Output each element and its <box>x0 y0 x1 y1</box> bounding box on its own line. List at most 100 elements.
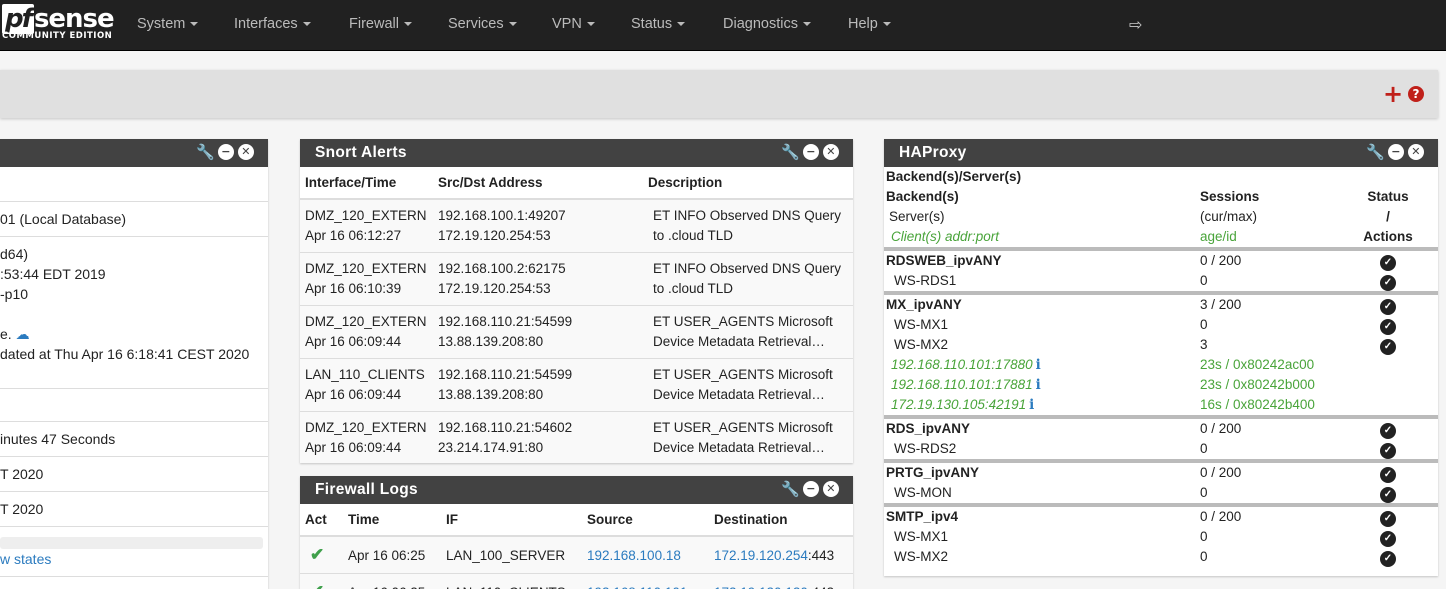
menu-help[interactable]: Help <box>848 16 891 32</box>
cell-status: ✓ <box>1338 335 1438 355</box>
caret-down-icon <box>882 22 891 27</box>
cell-name: MX_ipvANY <box>884 291 1198 315</box>
cell-src: 192.168.110.21:54602 <box>438 420 573 435</box>
cell-sessions: 0 <box>1200 485 1208 500</box>
firewall-logs-table: Act Time IF Source Destination ✔ Apr 16 0… <box>300 504 853 589</box>
caret-down-icon <box>403 22 412 27</box>
cell-desc2: Device Metadata Retrieval… <box>653 440 825 455</box>
status-ok-check-icon[interactable]: ✓ <box>1380 339 1396 355</box>
status-ok-check-icon[interactable]: ✓ <box>1380 551 1396 567</box>
server-row: WS-MX2 0 ✓ <box>884 547 1438 567</box>
backend-row: PRTG_ipvANY 0 / 200 ✓ <box>884 459 1438 483</box>
column-header: Interface/Time <box>300 167 433 200</box>
wrench-icon[interactable]: 🔧 <box>1366 144 1385 160</box>
breadcrumb-bar: + ? <box>0 70 1438 118</box>
cell-name: WS-MX2 <box>884 547 1198 567</box>
column-header: Description <box>643 167 853 200</box>
name-text: WS-MX1 <box>894 529 948 544</box>
cell-if: LAN_110_CLIENTS <box>441 573 582 589</box>
wrench-icon[interactable]: 🔧 <box>196 144 215 160</box>
logout-icon[interactable]: ⇨ <box>1129 15 1142 35</box>
minimize-icon[interactable]: − <box>1388 144 1404 160</box>
caret-down-icon <box>677 22 686 27</box>
cell-sessions: 3 / 200 <box>1198 291 1338 315</box>
panel-header: HAProxy 🔧 − ✕ <box>884 139 1438 167</box>
name-text: PRTG_ipvANY <box>886 465 980 480</box>
cell-name: WS-MX1 <box>884 527 1198 547</box>
panel-title: HAProxy <box>899 144 967 161</box>
cell-sessions: 3 <box>1200 337 1208 352</box>
backend-row: SMTP_ipv4 0 / 200 ✓ <box>884 503 1438 527</box>
status-ok-check-icon[interactable]: ✓ <box>1380 511 1396 527</box>
show-states-link[interactable]: w states <box>0 551 51 567</box>
minimize-icon[interactable]: − <box>218 144 234 160</box>
server-row: WS-MX1 0 ✓ <box>884 315 1438 335</box>
cell-name: WS-RDS1 <box>884 271 1198 293</box>
pfsense-logo[interactable]: pf sense COMMUNITY EDITION <box>2 4 115 41</box>
cell-status: ✓ <box>1338 527 1438 547</box>
cell-dst: 172.19.120.254:53 <box>438 228 551 243</box>
menu-services[interactable]: Services <box>448 16 517 32</box>
close-icon[interactable]: ✕ <box>823 481 839 497</box>
status-ok-check-icon[interactable]: ✓ <box>1380 423 1396 439</box>
info-row-states: w states <box>0 527 268 577</box>
info-row: inutes 47 Seconds <box>0 422 268 457</box>
menu-vpn[interactable]: VPN <box>552 16 595 32</box>
name-text: RDSWEB_ipvANY <box>886 253 1002 268</box>
minimize-icon[interactable]: − <box>803 481 819 497</box>
menu-interfaces[interactable]: Interfaces <box>234 16 311 32</box>
client-row: 172.19.130.105:42191 i 16s / 0x80242b400 <box>884 395 1438 417</box>
cell: DMZ_120_EXTERN Apr 16 06:10:39 <box>300 252 433 306</box>
cell-src: 192.168.100.1:49207 <box>438 208 566 223</box>
menu-system[interactable]: System <box>137 16 199 32</box>
cell-act: ✔ <box>300 573 343 589</box>
caret-down-icon <box>302 22 311 27</box>
info-icon[interactable]: i <box>1029 397 1034 413</box>
status-ok-check-icon[interactable]: ✓ <box>1380 443 1396 459</box>
menu-status[interactable]: Status <box>631 16 686 32</box>
snort-alert-row: LAN_110_CLIENTS Apr 16 06:09:44 192.168.11… <box>300 358 853 412</box>
snort-alert-row: DMZ_120_EXTERN Apr 16 06:09:44 192.168.110… <box>300 411 853 463</box>
minimize-icon[interactable]: − <box>803 144 819 160</box>
backend-row: MX_ipvANY 3 / 200 ✓ <box>884 291 1438 315</box>
caret-down-icon <box>586 22 595 27</box>
wrench-icon[interactable]: 🔧 <box>781 481 800 497</box>
caret-down-icon <box>508 22 517 27</box>
status-ok-check-icon[interactable]: ✓ <box>1380 255 1396 271</box>
destination-link[interactable]: 172.19.120.120 <box>714 585 808 589</box>
info-icon[interactable]: i <box>1036 377 1041 393</box>
cloud-download-icon[interactable]: ☁ <box>16 326 30 342</box>
status-ok-check-icon[interactable]: ✓ <box>1380 467 1396 483</box>
add-widget-icon[interactable]: + <box>1383 80 1403 108</box>
cell-desc1: ET USER_AGENTS Microsoft <box>653 367 833 382</box>
close-icon[interactable]: ✕ <box>238 144 254 160</box>
cell: 192.168.110.21:54599 13.88.139.208:80 <box>433 358 643 412</box>
cell-time: Apr 16 06:09:44 <box>305 334 402 349</box>
cell: ET USER_AGENTS Microsoft Device Metadata … <box>643 411 853 463</box>
client-row: 192.168.110.101:17880 i 23s / 0x80242ac00 <box>884 355 1438 375</box>
status-ok-check-icon[interactable]: ✓ <box>1380 487 1396 503</box>
close-icon[interactable]: ✕ <box>1408 144 1424 160</box>
destination-link[interactable]: 172.19.120.254 <box>714 548 808 563</box>
caret-down-icon <box>190 22 199 27</box>
menu-firewall[interactable]: Firewall <box>349 16 412 32</box>
wrench-icon[interactable]: 🔧 <box>781 144 800 160</box>
source-link[interactable]: 192.168.110.101 <box>587 585 687 589</box>
cell-time: Apr 16 06:09:44 <box>305 387 402 402</box>
cell-desc2: to .cloud TLD <box>653 228 734 243</box>
info-row: 01 (Local Database) <box>0 202 268 237</box>
status-ok-check-icon[interactable]: ✓ <box>1380 531 1396 547</box>
menu-diagnostics[interactable]: Diagnostics <box>723 16 811 32</box>
destination-port: :443 <box>808 585 834 589</box>
column-header: age/id <box>1200 229 1237 244</box>
info-icon[interactable]: i <box>1036 357 1041 373</box>
help-icon[interactable]: ? <box>1408 86 1424 102</box>
source-link[interactable]: 192.168.100.18 <box>587 548 681 563</box>
status-ok-check-icon[interactable]: ✓ <box>1380 299 1396 315</box>
pass-check-icon[interactable]: ✔ <box>310 545 324 564</box>
pass-check-icon[interactable]: ✔ <box>310 582 324 589</box>
status-ok-check-icon[interactable]: ✓ <box>1380 275 1396 291</box>
cell-iface: DMZ_120_EXTERN <box>305 420 427 435</box>
status-ok-check-icon[interactable]: ✓ <box>1380 319 1396 335</box>
close-icon[interactable]: ✕ <box>823 144 839 160</box>
